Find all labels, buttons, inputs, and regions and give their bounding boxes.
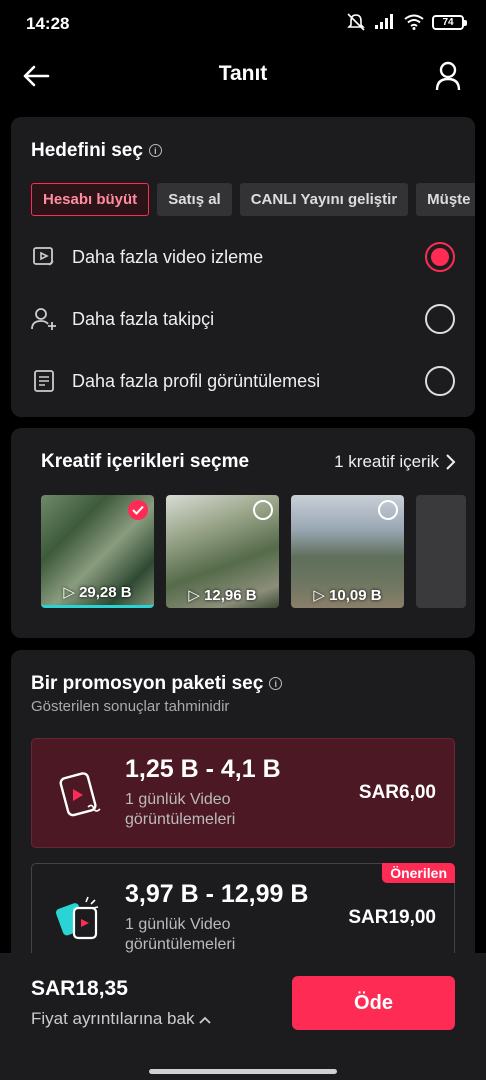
checkmark-icon[interactable]: [128, 500, 148, 520]
promo-subtitle: Gösterilen sonuçlar tahminidir: [31, 698, 230, 715]
page-title: Tanıt: [218, 62, 268, 85]
recommended-badge: Önerilen: [382, 863, 455, 883]
tab-customers[interactable]: Müşte: [416, 183, 475, 216]
package-range: 3,97 B - 12,99 B: [125, 880, 309, 908]
radio-unselected[interactable]: [425, 304, 455, 334]
goal-tabs: Hesabı büyüt Satış al CANLI Yayını geliş…: [31, 183, 475, 216]
video-thumbnail[interactable]: ▷ 29,28 B: [41, 495, 154, 608]
video-thumbnail[interactable]: ▷ 10,09 B: [291, 495, 404, 608]
checkbox-empty-icon[interactable]: [378, 500, 398, 520]
status-icons: 74: [346, 13, 467, 31]
tab-boost-live[interactable]: CANLI Yayını geliştir: [239, 183, 409, 216]
header: Tanıt: [0, 48, 486, 102]
promo-title: Bir promosyon paketi seç i: [31, 673, 283, 695]
option-label: Daha fazla takipçi: [72, 308, 215, 329]
document-icon: [31, 368, 57, 394]
radio-selected[interactable]: [425, 242, 455, 272]
battery-icon: 74: [432, 14, 467, 30]
video-thumbnail[interactable]: ▷ 12,96 B: [166, 495, 279, 608]
signal-icon: [375, 14, 393, 29]
goal-card: Hedefini seç i Hesabı büyüt Satış al CANL…: [11, 117, 475, 417]
video-play-icon: [31, 244, 57, 270]
radio-unselected[interactable]: [425, 366, 455, 396]
profile-button[interactable]: [430, 58, 466, 94]
video-thumbnail-partial[interactable]: [416, 495, 466, 608]
option-video-views[interactable]: Daha fazla video izleme: [11, 232, 475, 282]
creative-count-link[interactable]: 1 kreatif içerik: [334, 452, 439, 472]
video-cards-icon: [55, 896, 99, 940]
add-user-icon: [31, 306, 57, 332]
total-price: SAR18,35: [31, 977, 128, 1000]
chevron-up-icon: [199, 1016, 211, 1024]
checkbox-empty-icon[interactable]: [253, 500, 273, 520]
package-price: SAR19,00: [348, 907, 436, 928]
user-icon: [435, 61, 461, 91]
goal-title-text: Hedefini seç: [31, 140, 143, 161]
checkout-bar: SAR18,35 Fiyat ayrıntılarına bak Öde: [0, 953, 486, 1080]
creative-card: Kreatif içerikleri seçme 1 kreatif içeri…: [11, 428, 475, 638]
chevron-right-icon[interactable]: [445, 450, 457, 474]
status-bar: 14:28 74: [0, 0, 486, 46]
goal-title: Hedefini seç i: [31, 140, 162, 162]
thumbnail-views: ▷ 29,28 B: [63, 584, 132, 601]
info-icon[interactable]: i: [269, 677, 283, 691]
creative-title: Kreatif içerikleri seçme: [41, 451, 250, 472]
option-followers[interactable]: Daha fazla takipçi: [11, 294, 475, 344]
thumbnail-views: ▷ 10,09 B: [313, 587, 382, 604]
price-details-link[interactable]: Fiyat ayrıntılarına bak: [31, 1009, 211, 1029]
package-option-selected[interactable]: 1,25 B - 4,1 B 1 günlük Video görüntülem…: [31, 738, 455, 848]
package-description: 1 günlük Video görüntülemeleri: [125, 791, 236, 828]
wifi-icon: [404, 14, 424, 30]
tab-get-sales[interactable]: Satış al: [157, 183, 232, 216]
status-time: 14:28: [26, 14, 70, 33]
creative-thumbnails: ▷ 29,28 B ▷ 12,96 B ▷ 10,09 B: [41, 495, 466, 608]
pay-button[interactable]: Öde: [292, 976, 455, 1030]
option-label: Daha fazla profil görüntülemesi: [72, 370, 321, 391]
option-label: Daha fazla video izleme: [72, 246, 264, 267]
package-price: SAR6,00: [358, 782, 436, 803]
video-card-icon: [59, 772, 101, 817]
option-profile-views[interactable]: Daha fazla profil görüntülemesi: [11, 356, 475, 406]
mute-vibrate-icon: [347, 13, 365, 31]
home-indicator[interactable]: [149, 1069, 337, 1074]
tab-grow-account[interactable]: Hesabı büyüt: [31, 183, 150, 216]
price-details-text: Fiyat ayrıntılarına bak: [31, 1009, 195, 1028]
package-range: 1,25 B - 4,1 B: [125, 755, 281, 783]
thumbnail-views: ▷ 12,96 B: [188, 587, 257, 604]
package-description: 1 günlük Video görüntülemeleri: [125, 916, 236, 953]
info-icon[interactable]: i: [148, 144, 162, 158]
promo-title-text: Bir promosyon paketi seç: [31, 673, 264, 694]
promo-card: Bir promosyon paketi seç i Gösterilen son…: [11, 650, 475, 970]
